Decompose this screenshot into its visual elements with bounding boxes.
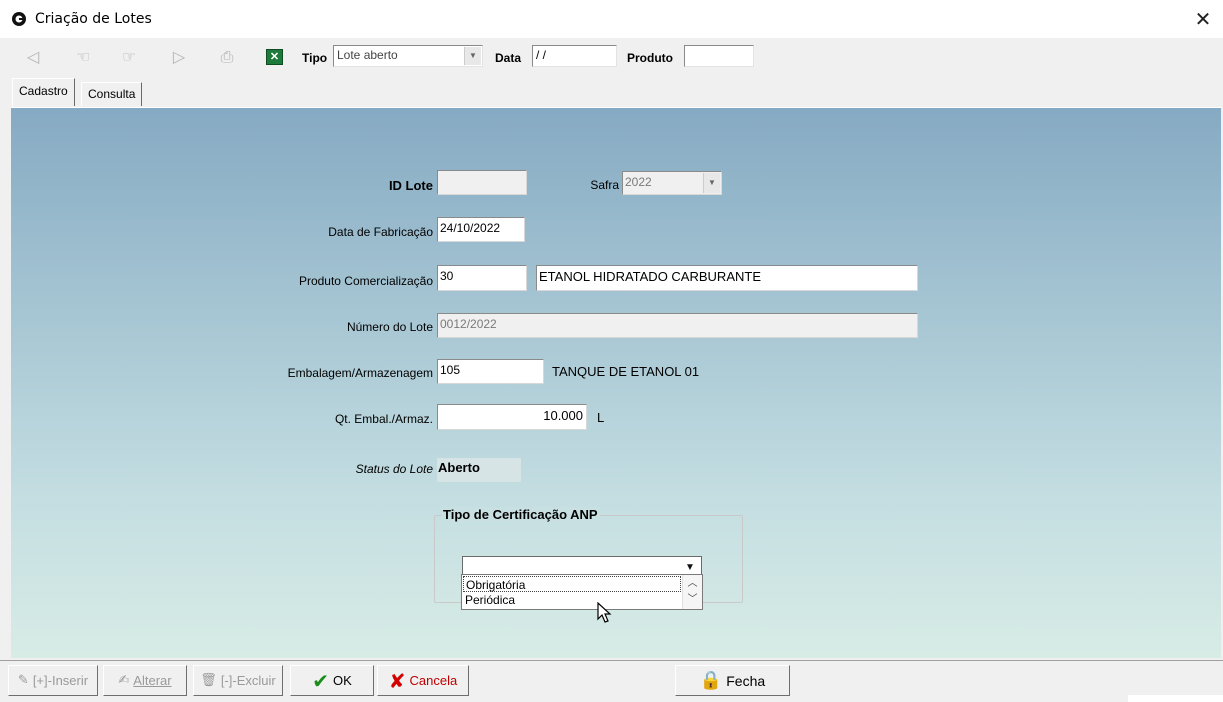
produto-comercializacao-label: Produto Comercialização	[298, 274, 433, 288]
dropdown-option-periodica[interactable]: Periódica	[463, 592, 681, 608]
produto-filter-label: Produto	[627, 51, 673, 65]
produto-code-value: 30	[440, 269, 454, 283]
scroll-down-icon[interactable]: ﹀	[683, 592, 702, 609]
data-value: / /	[536, 48, 547, 62]
title-bar: Criação de Lotes ✕	[0, 0, 1223, 38]
status-badge: Aberto	[437, 458, 521, 482]
trash-icon: 🗑	[200, 673, 217, 688]
scroll-up-icon[interactable]: ︿	[683, 575, 702, 592]
window-title: Criação de Lotes	[35, 11, 152, 27]
fecha-button[interactable]: 🔒 Fecha	[675, 665, 790, 696]
lock-icon: 🔒	[699, 670, 723, 691]
cancela-label: Cancela	[409, 673, 458, 688]
produto-name-value: ETANOL HIDRATADO CARBURANTE	[539, 269, 761, 284]
first-record-icon[interactable]: ◁	[20, 44, 46, 70]
status-value: Aberto	[438, 460, 480, 475]
next-record-icon[interactable]: ☞	[116, 44, 142, 70]
previous-record-icon[interactable]: ☜	[70, 44, 96, 70]
chevron-down-icon[interactable]: ▼	[464, 47, 481, 65]
tab-cadastro[interactable]: Cadastro	[12, 78, 75, 106]
data-field[interactable]: / /	[532, 45, 617, 67]
produto-name-field[interactable]: ETANOL HIDRATADO CARBURANTE	[536, 265, 918, 291]
tab-strip: Cadastro Consulta	[0, 76, 1223, 106]
safra-select[interactable]: 2022 ▼	[622, 171, 722, 195]
insert-icon: ✎	[17, 673, 29, 688]
data-fabricacao-field[interactable]: 24/10/2022	[437, 217, 525, 242]
tipo-select[interactable]: Lote aberto ▼	[333, 45, 483, 67]
dropdown-option-obrigatoria[interactable]: Obrigatória	[463, 576, 681, 592]
embalagem-code-value: 105	[440, 363, 461, 377]
inserir-label: [+]-Inserir	[32, 673, 89, 688]
ok-button[interactable]: ✔ OK	[290, 665, 374, 696]
numero-lote-label: Número do Lote	[346, 320, 433, 334]
x-icon: ✘	[388, 668, 406, 693]
bottom-action-bar: ✎ [+]-Inserir ✍ Alterar 🗑 [-]-Excluir ✔ OK ✘…	[0, 660, 1223, 702]
embalagem-name: TANQUE DE ETANOL 01	[552, 364, 700, 379]
embalagem-label: Embalagem/Armazenagem	[287, 366, 433, 380]
certificacao-dropdown-list: Obrigatória Periódica ︿ ﹀	[461, 574, 703, 610]
safra-label: Safra	[590, 178, 619, 192]
data-fabricacao-label: Data de Fabricação	[328, 225, 433, 239]
certificacao-title: Tipo de Certificação ANP	[441, 507, 600, 522]
produto-filter-field[interactable]	[684, 45, 754, 67]
tipo-value: Lote aberto	[337, 48, 398, 62]
qt-label: Qt. Embal./Armaz.	[334, 412, 433, 426]
window: Criação de Lotes ✕ ◁ ☜ ☞ ▷ ⎙ ✕ Tipo Lote…	[0, 0, 1223, 702]
cancela-button[interactable]: ✘ Cancela	[377, 665, 469, 696]
inserir-button[interactable]: ✎ [+]-Inserir	[8, 665, 98, 696]
app-icon	[12, 12, 26, 26]
alterar-button[interactable]: ✍ Alterar	[103, 665, 187, 696]
tab-consulta[interactable]: Consulta	[81, 82, 143, 106]
check-icon: ✔	[312, 668, 329, 693]
edit-icon: ✍	[118, 673, 130, 688]
id-lote-label: ID Lote	[388, 178, 433, 193]
toolbar: ◁ ☜ ☞ ▷ ⎙ ✕ Tipo Lote aberto ▼ Data / / …	[0, 38, 1223, 76]
alterar-label: Alterar	[133, 673, 172, 688]
ok-label: OK	[332, 673, 352, 688]
data-label: Data	[495, 51, 522, 65]
qt-field[interactable]: 10.000	[437, 404, 587, 430]
qt-unit: L	[597, 410, 605, 425]
last-record-icon[interactable]: ▷	[166, 44, 192, 70]
tipo-label: Tipo	[302, 51, 328, 65]
excluir-label: [-]-Excluir	[220, 673, 276, 688]
form-panel: ID Lote Safra 2022 ▼ Data de Fabricação …	[11, 107, 1221, 658]
print-icon[interactable]: ⎙	[214, 44, 240, 70]
fecha-label: Fecha	[726, 672, 766, 689]
produto-code-field[interactable]: 30	[437, 265, 527, 291]
data-fabricacao-value: 24/10/2022	[440, 221, 501, 235]
safra-value: 2022	[625, 175, 652, 189]
qt-value: 10.000	[543, 408, 583, 423]
chevron-down-icon[interactable]: ▼	[703, 173, 720, 193]
close-button[interactable]: ✕	[1188, 6, 1218, 32]
status-strip	[1128, 695, 1223, 702]
id-lote-field[interactable]	[437, 170, 527, 195]
numero-lote-field[interactable]: 0012/2022	[437, 313, 918, 338]
dropdown-scrollbar[interactable]: ︿ ﹀	[682, 575, 702, 609]
numero-lote-value: 0012/2022	[440, 317, 497, 331]
status-label: Status do Lote	[355, 462, 433, 476]
mouse-cursor-icon	[597, 602, 612, 623]
embalagem-code-field[interactable]: 105	[437, 359, 544, 384]
excel-export-icon[interactable]: ✕	[266, 49, 283, 65]
excluir-button[interactable]: 🗑 [-]-Excluir	[193, 665, 283, 696]
